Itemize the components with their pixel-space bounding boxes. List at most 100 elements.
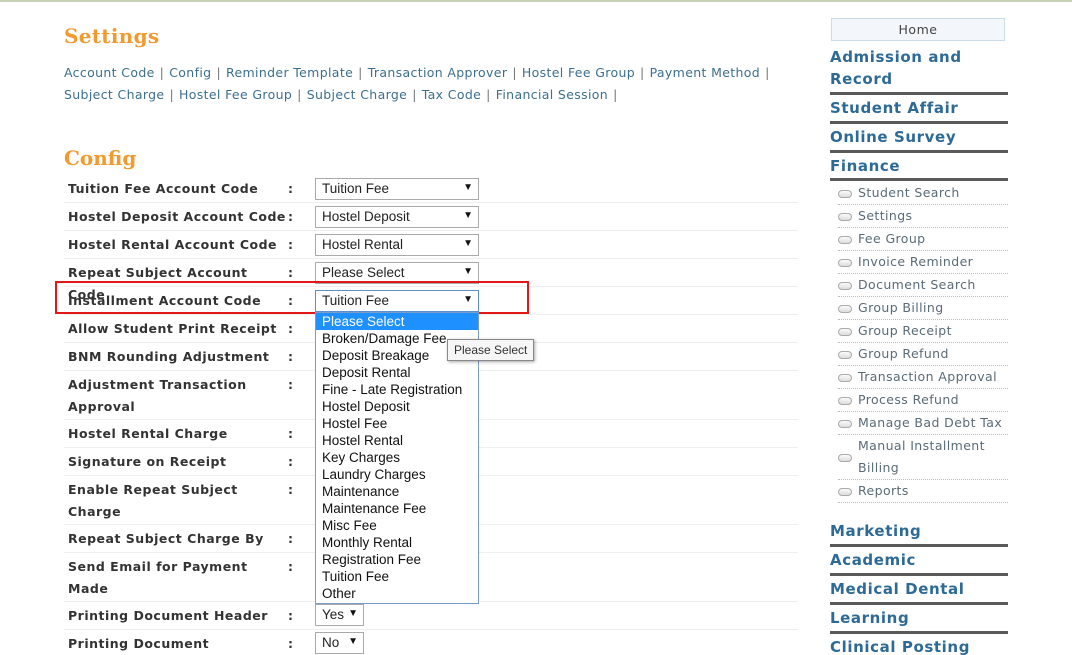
printing-doc-select[interactable]: No ▼ bbox=[315, 632, 364, 654]
option-maintenance-fee[interactable]: Maintenance Fee bbox=[316, 500, 478, 517]
selected-value: Hostel Rental bbox=[322, 237, 404, 252]
option-tuition-fee[interactable]: Tuition Fee bbox=[316, 568, 478, 585]
link-transaction-approver[interactable]: Transaction Approver bbox=[368, 65, 508, 80]
chevron-down-icon: ▼ bbox=[463, 210, 473, 221]
config-row-hostel-deposit: Hostel Deposit Account Code : Hostel Dep… bbox=[64, 203, 798, 231]
field-colon: : bbox=[288, 482, 293, 497]
nav-learning[interactable]: Learning bbox=[830, 607, 1008, 629]
link-subject-charge-2[interactable]: Subject Charge bbox=[307, 87, 407, 102]
link-financial-session[interactable]: Financial Session bbox=[496, 87, 608, 102]
link-subject-charge[interactable]: Subject Charge bbox=[64, 87, 164, 102]
home-button[interactable]: Home bbox=[831, 18, 1005, 41]
finance-item-reports[interactable]: Reports bbox=[838, 480, 1008, 503]
field-colon: : bbox=[288, 349, 293, 364]
selected-value: Hostel Deposit bbox=[322, 209, 410, 224]
nav-finance[interactable]: Finance bbox=[830, 155, 1008, 177]
field-colon: : bbox=[288, 426, 293, 441]
field-label: Hostel Deposit Account Code bbox=[68, 209, 286, 224]
top-border bbox=[0, 0, 1072, 2]
finance-item-invoice-reminder[interactable]: Invoice Reminder bbox=[838, 251, 1008, 274]
option-key-charges[interactable]: Key Charges bbox=[316, 449, 478, 466]
nav-clinical-posting[interactable]: Clinical Posting bbox=[830, 636, 1008, 655]
section-divider bbox=[830, 121, 1008, 124]
link-payment-method[interactable]: Payment Method bbox=[650, 65, 760, 80]
config-row-printing-doc: Printing Document : No ▼ bbox=[64, 630, 798, 655]
option-maintenance[interactable]: Maintenance bbox=[316, 483, 478, 500]
nav-academic[interactable]: Academic bbox=[830, 549, 1008, 571]
field-label: Adjustment Transaction Approval bbox=[68, 377, 247, 414]
option-deposit-rental[interactable]: Deposit Rental bbox=[316, 364, 478, 381]
selected-value: Please Select bbox=[322, 265, 405, 280]
settings-links-row-1: Account Code | Config | Reminder Template | Tr… bbox=[64, 65, 770, 80]
link-account-code[interactable]: Account Code bbox=[64, 65, 155, 80]
tuition-fee-account-select[interactable]: Tuition Fee ▼ bbox=[315, 178, 479, 200]
finance-item-student-search[interactable]: Student Search bbox=[838, 182, 1008, 205]
tooltip: Please Select bbox=[447, 339, 535, 361]
field-label: Printing Document bbox=[68, 636, 210, 651]
bullet-icon bbox=[838, 213, 852, 221]
link-reminder-template[interactable]: Reminder Template bbox=[226, 65, 353, 80]
finance-item-manual-installment-billing[interactable]: Manual Installment Billing bbox=[838, 435, 1008, 480]
hostel-rental-account-select[interactable]: Hostel Rental ▼ bbox=[315, 234, 479, 256]
finance-item-process-refund[interactable]: Process Refund bbox=[838, 389, 1008, 412]
field-label: Send Email for Payment Made bbox=[68, 559, 248, 596]
link-config[interactable]: Config bbox=[169, 65, 211, 80]
bullet-icon bbox=[838, 236, 852, 244]
finance-item-group-receipt[interactable]: Group Receipt bbox=[838, 320, 1008, 343]
option-monthly-rental[interactable]: Monthly Rental bbox=[316, 534, 478, 551]
config-heading: Config bbox=[64, 146, 137, 170]
option-registration-fee[interactable]: Registration Fee bbox=[316, 551, 478, 568]
field-label: Signature on Receipt bbox=[68, 454, 227, 469]
field-colon: : bbox=[288, 181, 293, 196]
link-hostel-fee-group-2[interactable]: Hostel Fee Group bbox=[179, 87, 292, 102]
option-fine-late-registration[interactable]: Fine - Late Registration bbox=[316, 381, 478, 398]
section-divider bbox=[830, 544, 1008, 547]
option-other[interactable]: Other bbox=[316, 585, 478, 602]
chevron-down-icon: ▼ bbox=[348, 608, 358, 619]
field-label: Tuition Fee Account Code bbox=[68, 181, 259, 196]
bullet-icon bbox=[838, 282, 852, 290]
option-hostel-deposit[interactable]: Hostel Deposit bbox=[316, 398, 478, 415]
bullet-icon bbox=[838, 328, 852, 336]
chevron-down-icon: ▼ bbox=[463, 182, 473, 193]
doc-header-select[interactable]: Yes ▼ bbox=[315, 604, 364, 626]
field-colon: : bbox=[288, 531, 293, 546]
field-label: Hostel Rental Charge bbox=[68, 426, 228, 441]
bullet-icon bbox=[838, 259, 852, 267]
settings-heading: Settings bbox=[64, 24, 160, 48]
bullet-icon bbox=[838, 305, 852, 313]
bullet-icon bbox=[838, 374, 852, 382]
selected-value: No bbox=[322, 635, 340, 650]
option-laundry-charges[interactable]: Laundry Charges bbox=[316, 466, 478, 483]
finance-item-group-billing[interactable]: Group Billing bbox=[838, 297, 1008, 320]
hostel-deposit-account-select[interactable]: Hostel Deposit ▼ bbox=[315, 206, 479, 228]
finance-item-group-refund[interactable]: Group Refund bbox=[838, 343, 1008, 366]
option-hostel-fee[interactable]: Hostel Fee bbox=[316, 415, 478, 432]
option-misc-fee[interactable]: Misc Fee bbox=[316, 517, 478, 534]
link-hostel-fee-group[interactable]: Hostel Fee Group bbox=[522, 65, 635, 80]
bullet-icon bbox=[838, 454, 852, 462]
nav-marketing[interactable]: Marketing bbox=[830, 520, 1008, 542]
finance-item-manage-bad-debt-tax[interactable]: Manage Bad Debt Tax bbox=[838, 412, 1008, 435]
finance-item-settings[interactable]: Settings bbox=[838, 205, 1008, 228]
finance-item-document-search[interactable]: Document Search bbox=[838, 274, 1008, 297]
selected-value: Tuition Fee bbox=[322, 181, 390, 196]
field-colon: : bbox=[288, 377, 293, 392]
finance-item-transaction-approval[interactable]: Transaction Approval bbox=[838, 366, 1008, 389]
chevron-down-icon: ▼ bbox=[463, 266, 473, 277]
finance-item-fee-group[interactable]: Fee Group bbox=[838, 228, 1008, 251]
field-label: Printing Document Header bbox=[68, 608, 268, 623]
bullet-icon bbox=[838, 420, 852, 428]
nav-online-survey[interactable]: Online Survey bbox=[830, 126, 1008, 148]
chevron-down-icon: ▼ bbox=[348, 636, 358, 647]
field-colon: : bbox=[288, 237, 293, 252]
nav-admission-and-record[interactable]: Admission and Record bbox=[830, 46, 1008, 90]
nav-student-affair[interactable]: Student Affair bbox=[830, 97, 1008, 119]
nav-medical-dental[interactable]: Medical Dental bbox=[830, 578, 1008, 600]
option-hostel-rental[interactable]: Hostel Rental bbox=[316, 432, 478, 449]
config-row-hostel-rental: Hostel Rental Account Code : Hostel Rent… bbox=[64, 231, 798, 259]
field-label: Repeat Subject Charge By bbox=[68, 531, 264, 546]
settings-links: Account Code | Config | Reminder Template | Tr… bbox=[64, 62, 804, 106]
link-tax-code[interactable]: Tax Code bbox=[422, 87, 481, 102]
option-please-select[interactable]: Please Select bbox=[316, 313, 478, 330]
